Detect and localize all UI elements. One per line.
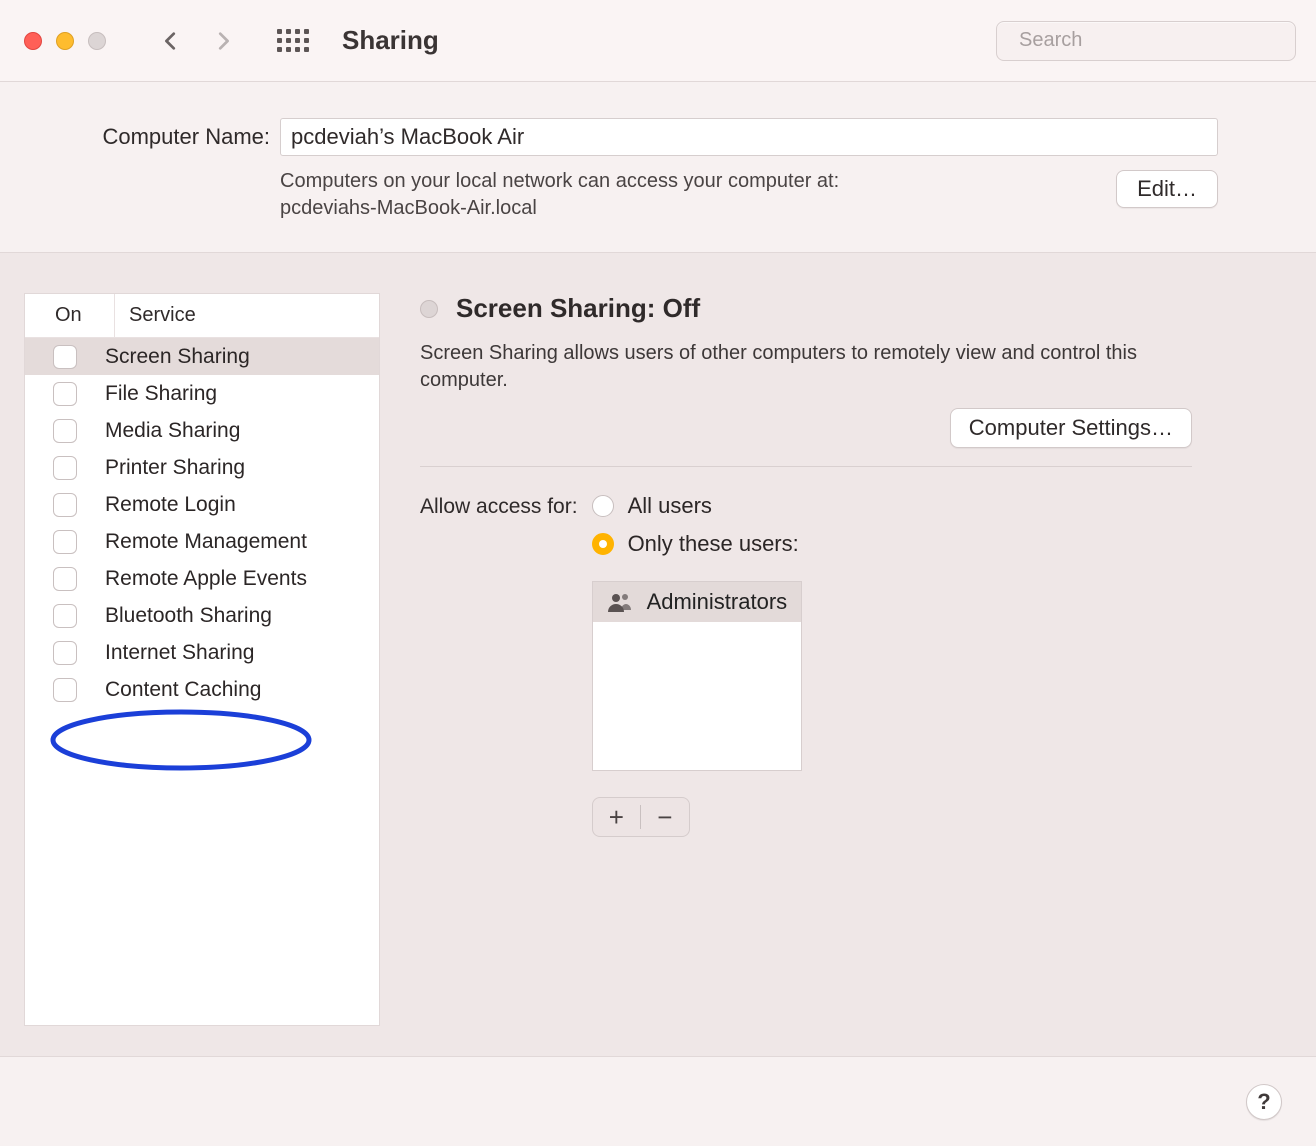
- service-label: Media Sharing: [105, 419, 240, 443]
- allowed-users-list[interactable]: Administrators: [592, 581, 803, 771]
- search-input[interactable]: [1019, 29, 1284, 52]
- service-checkbox[interactable]: [53, 567, 77, 591]
- remove-user-button[interactable]: −: [641, 798, 689, 836]
- minimize-window-button[interactable]: [56, 32, 74, 50]
- back-button[interactable]: [154, 24, 188, 58]
- service-label: Remote Login: [105, 493, 236, 517]
- service-label: Remote Apple Events: [105, 567, 307, 591]
- service-row[interactable]: Remote Apple Events: [25, 560, 379, 597]
- add-remove-group: + −: [592, 797, 690, 837]
- window-controls: [24, 32, 106, 50]
- computer-name-section: Computer Name: pcdeviah’s MacBook Air Co…: [0, 82, 1316, 252]
- services-header-on: On: [25, 294, 115, 337]
- service-label: Content Caching: [105, 678, 261, 702]
- radio-only-these-users[interactable]: Only these users:: [592, 531, 803, 557]
- service-row[interactable]: Printer Sharing: [25, 449, 379, 486]
- footer-area: ?: [0, 1056, 1316, 1146]
- service-label: Printer Sharing: [105, 456, 245, 480]
- service-row[interactable]: Media Sharing: [25, 412, 379, 449]
- chevron-right-icon: [212, 30, 234, 52]
- service-description: Screen Sharing allows users of other com…: [420, 340, 1192, 394]
- service-row[interactable]: Remote Login: [25, 486, 379, 523]
- edit-hostname-button[interactable]: Edit…: [1116, 170, 1218, 208]
- radio-button-icon: [592, 495, 614, 517]
- services-list: Screen Sharing File Sharing Media Sharing P…: [25, 338, 379, 708]
- main-content: On Service Screen Sharing File Sharing Med…: [0, 252, 1316, 1056]
- user-row-label: Administrators: [647, 589, 788, 615]
- users-group-icon: [607, 592, 633, 612]
- divider: [420, 466, 1192, 467]
- computer-name-field[interactable]: pcdeviah’s MacBook Air: [280, 118, 1218, 156]
- close-window-button[interactable]: [24, 32, 42, 50]
- service-label: Screen Sharing: [105, 345, 250, 369]
- service-label: File Sharing: [105, 382, 217, 406]
- service-checkbox[interactable]: [53, 604, 77, 628]
- service-row[interactable]: Bluetooth Sharing: [25, 597, 379, 634]
- chevron-left-icon: [160, 30, 182, 52]
- radio-all-users-label: All users: [628, 493, 712, 519]
- help-button[interactable]: ?: [1246, 1084, 1282, 1120]
- service-row[interactable]: Content Caching: [25, 671, 379, 708]
- add-user-button[interactable]: +: [593, 798, 641, 836]
- service-status-title: Screen Sharing: Off: [456, 293, 700, 324]
- status-indicator-icon: [420, 300, 438, 318]
- services-header-service: Service: [115, 304, 196, 327]
- radio-button-icon: [592, 533, 614, 555]
- access-radio-group: All users Only these users: Administrato…: [592, 493, 803, 837]
- service-checkbox[interactable]: [53, 345, 77, 369]
- service-label: Bluetooth Sharing: [105, 604, 272, 628]
- services-panel: On Service Screen Sharing File Sharing Med…: [24, 293, 380, 1026]
- service-row[interactable]: File Sharing: [25, 375, 379, 412]
- service-checkbox[interactable]: [53, 678, 77, 702]
- show-all-prefs-button[interactable]: [278, 26, 308, 56]
- service-checkbox[interactable]: [53, 456, 77, 480]
- zoom-window-button[interactable]: [88, 32, 106, 50]
- service-row[interactable]: Internet Sharing: [25, 634, 379, 671]
- pane-title: Sharing: [342, 25, 439, 56]
- annotation-oval: [45, 708, 317, 772]
- service-label: Internet Sharing: [105, 641, 254, 665]
- service-detail: Screen Sharing: Off Screen Sharing allow…: [420, 293, 1292, 1026]
- allow-access-label: Allow access for:: [420, 493, 578, 519]
- service-checkbox[interactable]: [53, 382, 77, 406]
- service-label: Remote Management: [105, 530, 307, 554]
- search-field-wrap[interactable]: [996, 21, 1296, 61]
- service-row[interactable]: Remote Management: [25, 523, 379, 560]
- computer-name-hint: Computers on your local network can acce…: [280, 168, 1106, 222]
- service-checkbox[interactable]: [53, 641, 77, 665]
- service-status-row: Screen Sharing: Off: [420, 293, 1192, 324]
- toolbar: Sharing: [0, 0, 1316, 82]
- services-header: On Service: [25, 294, 379, 338]
- service-checkbox[interactable]: [53, 493, 77, 517]
- service-checkbox[interactable]: [53, 419, 77, 443]
- allow-access-row: Allow access for: All users Only these u…: [420, 493, 1192, 837]
- service-row[interactable]: Screen Sharing: [25, 338, 379, 375]
- computer-name-label: Computer Name:: [70, 118, 270, 150]
- computer-settings-button[interactable]: Computer Settings…: [950, 408, 1192, 448]
- list-item[interactable]: Administrators: [593, 582, 802, 622]
- radio-only-these-users-label: Only these users:: [628, 531, 799, 557]
- forward-button[interactable]: [206, 24, 240, 58]
- radio-all-users[interactable]: All users: [592, 493, 803, 519]
- computer-name-value: pcdeviah’s MacBook Air: [291, 124, 524, 150]
- service-checkbox[interactable]: [53, 530, 77, 554]
